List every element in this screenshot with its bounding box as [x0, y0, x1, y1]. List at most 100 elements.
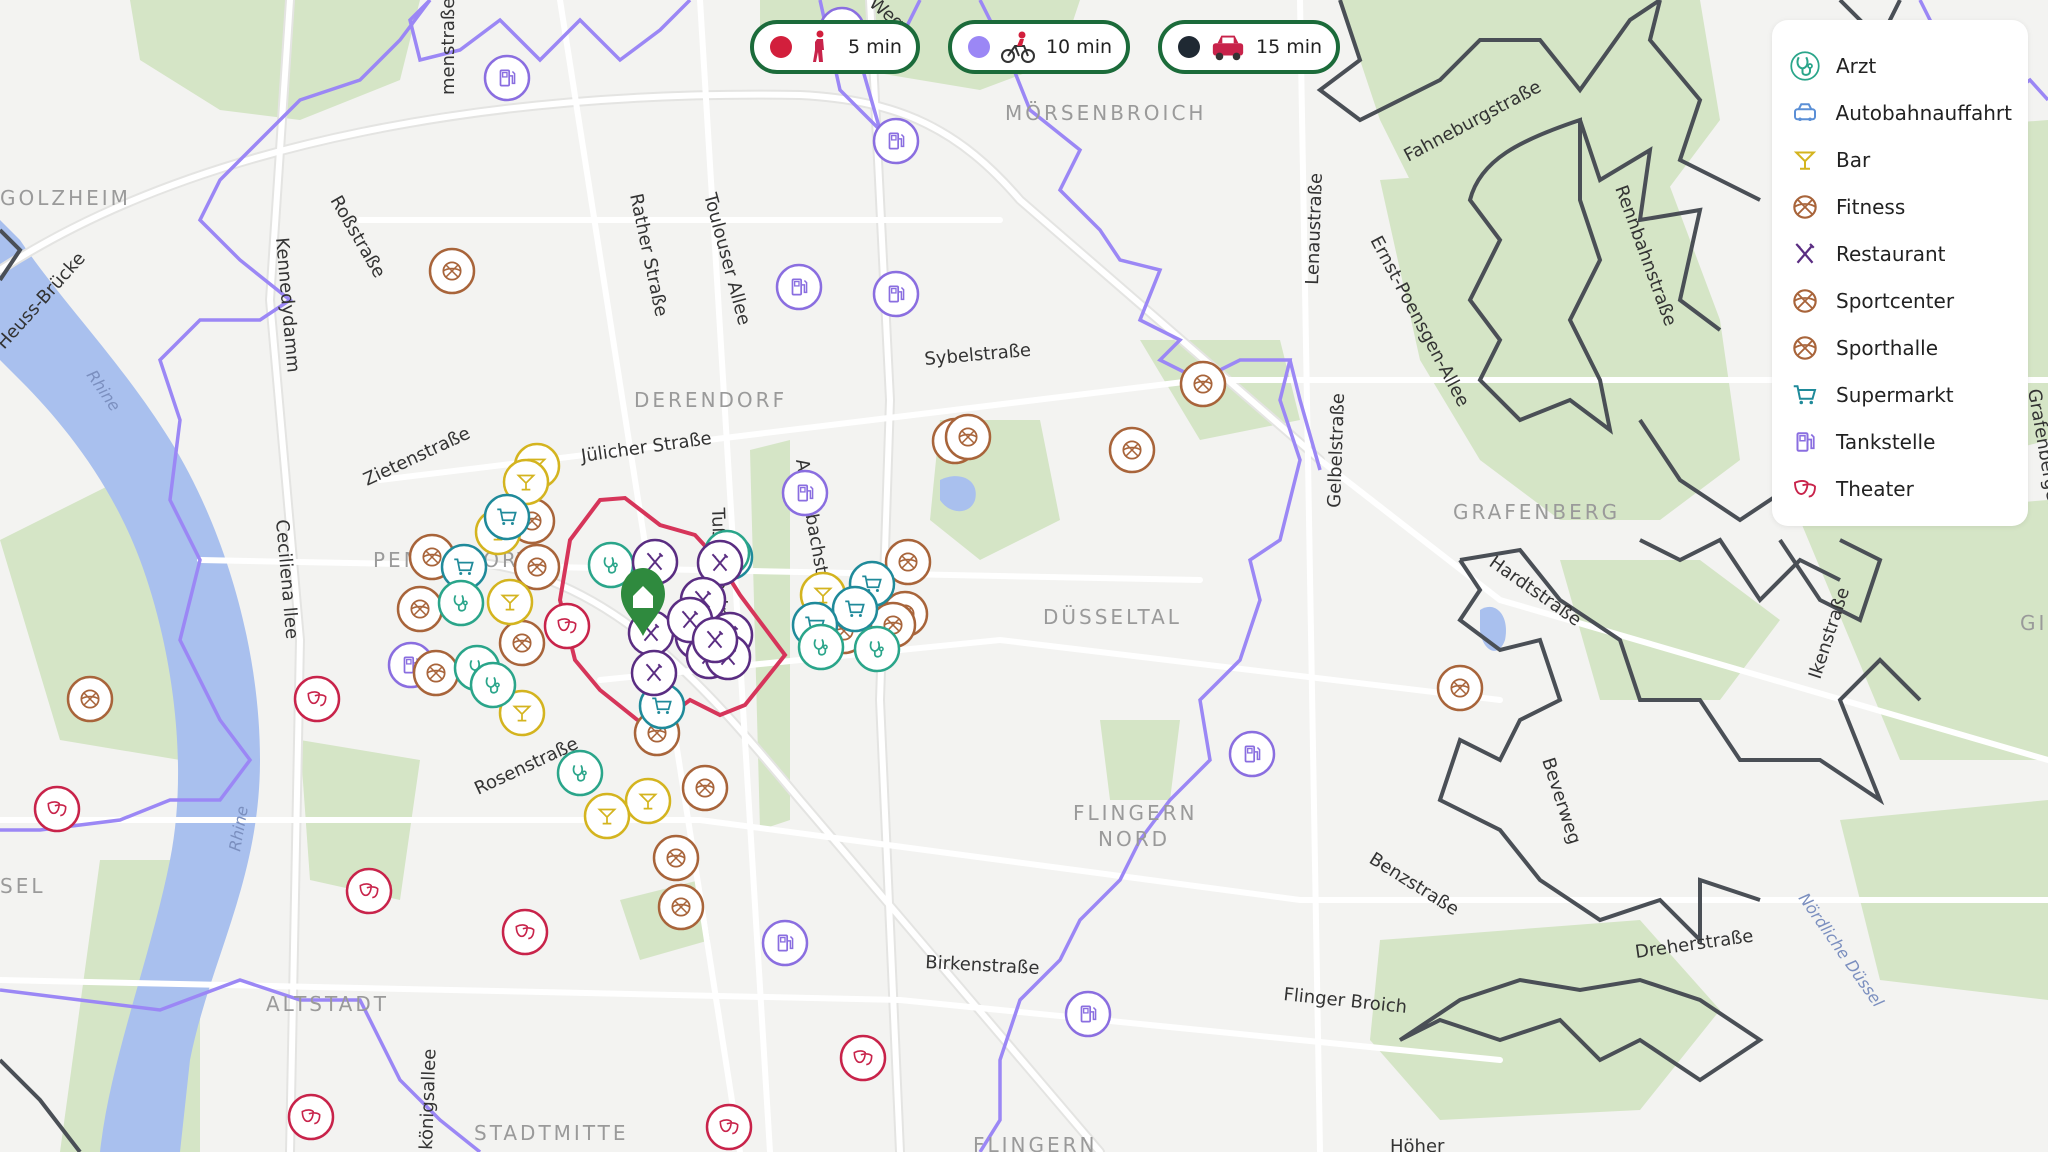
theater-poi-marker[interactable]	[33, 785, 81, 833]
street-label: königsallee	[416, 1048, 441, 1150]
legend-item-fitness[interactable]: Fitness	[1788, 183, 2012, 230]
car-color-dot	[1178, 36, 1201, 58]
fork-knife-icon	[1788, 237, 1822, 271]
sport-poi-marker[interactable]	[498, 619, 546, 667]
fuel-poi-marker[interactable]	[1228, 730, 1276, 778]
place-label: DÜSSELTAL	[1043, 605, 1182, 629]
bar-poi-marker[interactable]	[583, 792, 631, 840]
theater-poi-marker[interactable]	[293, 675, 341, 723]
street-label: Benzstraße	[1365, 848, 1462, 920]
legend-item-supermarkt[interactable]: Supermarkt	[1788, 371, 2012, 418]
street-label: Ceciliena llee	[271, 519, 302, 640]
travel-chip-walk[interactable]: 5 min	[750, 20, 920, 74]
place-label: ALTSTADT	[266, 992, 389, 1016]
legend-label: Fitness	[1836, 194, 1906, 219]
sport-poi-marker[interactable]	[428, 247, 476, 295]
sport-poi-marker[interactable]	[944, 413, 992, 461]
sport-poi-marker[interactable]	[1108, 426, 1156, 474]
sport-poi-marker[interactable]	[396, 585, 444, 633]
ball-icon	[1788, 284, 1822, 318]
walk-color-dot	[770, 36, 792, 58]
travel-chip-car[interactable]: 15 min	[1158, 20, 1341, 74]
sport-poi-marker[interactable]	[657, 883, 705, 931]
legend-label: Restaurant	[1836, 241, 1946, 266]
restaurant-poi-marker[interactable]	[691, 616, 739, 664]
walking-person-icon	[802, 29, 838, 65]
fuel-poi-marker[interactable]	[781, 469, 829, 517]
legend-label: Supermarkt	[1836, 382, 1954, 407]
map-canvas[interactable]: GOLZHEIM MÖRSENBROICH DERENDORF PEMPELFO…	[0, 0, 2048, 1152]
travel-chip-label: 15 min	[1256, 36, 1323, 58]
supermarket-poi-marker[interactable]	[831, 585, 879, 633]
place-label: SEL	[0, 874, 45, 898]
fuel-poi-marker[interactable]	[775, 263, 823, 311]
theater-masks-icon	[1788, 472, 1822, 506]
legend-item-sporthalle[interactable]: Sporthalle	[1788, 324, 2012, 371]
cocktail-glass-icon	[1788, 143, 1822, 177]
legend-item-autobahnauffahrt[interactable]: Autobahnauffahrt	[1788, 89, 2012, 136]
fuel-poi-marker[interactable]	[761, 919, 809, 967]
restaurant-poi-marker[interactable]	[630, 649, 678, 697]
bar-poi-marker[interactable]	[486, 578, 534, 626]
theater-poi-marker[interactable]	[501, 908, 549, 956]
supermarket-poi-marker[interactable]	[483, 493, 531, 541]
sport-poi-marker[interactable]	[652, 834, 700, 882]
doctor-poi-marker[interactable]	[853, 625, 901, 673]
shopping-cart-icon	[1788, 378, 1822, 412]
travel-chip-label: 5 min	[848, 36, 902, 58]
fuel-poi-marker[interactable]	[1064, 990, 1112, 1038]
sport-poi-marker[interactable]	[412, 649, 460, 697]
place-label: FLINGERN	[973, 1133, 1098, 1152]
sport-poi-marker[interactable]	[1179, 360, 1227, 408]
bar-poi-marker[interactable]	[624, 777, 672, 825]
ball-icon	[1788, 190, 1822, 224]
legend-item-tankstelle[interactable]: Tankstelle	[1788, 418, 2012, 465]
place-label: GI	[2020, 611, 2047, 635]
street-label: Birkenstraße	[925, 952, 1040, 979]
street-label: Ikenstraße	[1805, 585, 1854, 682]
travel-time-selector: 5 min 10 min 15 min	[750, 20, 1341, 74]
street-label: Gelbelstraße	[1324, 393, 1349, 508]
legend-label: Sportcenter	[1836, 288, 1955, 313]
doctor-poi-marker[interactable]	[469, 661, 517, 709]
sport-poi-marker[interactable]	[681, 764, 729, 812]
bike-color-dot	[967, 36, 990, 58]
street-label: Roßstraße	[326, 192, 390, 282]
street-label: Sybelstraße	[924, 340, 1032, 370]
sport-poi-marker[interactable]	[1436, 664, 1484, 712]
theater-poi-marker[interactable]	[839, 1034, 887, 1082]
fuel-poi-marker[interactable]	[483, 54, 531, 102]
sport-poi-marker[interactable]	[66, 675, 114, 723]
street-label: Lenaustraße	[1302, 173, 1327, 286]
fuel-poi-marker[interactable]	[872, 117, 920, 165]
street-label: Jülicher Straße	[579, 428, 713, 467]
theater-poi-marker[interactable]	[345, 867, 393, 915]
legend-label: Sporthalle	[1836, 335, 1939, 360]
legend-label: Bar	[1836, 147, 1871, 172]
theater-poi-marker[interactable]	[543, 602, 591, 650]
doctor-poi-marker[interactable]	[797, 623, 845, 671]
theater-poi-marker[interactable]	[705, 1103, 753, 1151]
poi-legend: Arzt Autobahnauffahrt Bar Fitness Restau…	[1772, 20, 2028, 526]
doctor-stethoscope-icon	[1788, 49, 1822, 83]
doctor-poi-marker[interactable]	[556, 749, 604, 797]
legend-item-sportcenter[interactable]: Sportcenter	[1788, 277, 2012, 324]
travel-chip-label: 10 min	[1045, 36, 1113, 58]
legend-label: Autobahnauffahrt	[1835, 100, 2012, 125]
place-label: GRAFENBERG	[1453, 500, 1620, 524]
travel-chip-bike[interactable]: 10 min	[947, 20, 1131, 74]
legend-item-bar[interactable]: Bar	[1788, 136, 2012, 183]
doctor-poi-marker[interactable]	[437, 579, 485, 627]
legend-item-theater[interactable]: Theater	[1788, 465, 2012, 512]
legend-label: Arzt	[1836, 53, 1877, 78]
theater-poi-marker[interactable]	[287, 1093, 335, 1141]
place-label: MÖRSENBROICH	[1005, 101, 1206, 125]
street-label: Dreherstraße	[1634, 926, 1755, 963]
legend-item-restaurant[interactable]: Restaurant	[1788, 230, 2012, 277]
fuel-pump-icon	[1788, 425, 1822, 459]
roads	[0, 0, 2048, 1152]
ball-icon	[1788, 331, 1822, 365]
street-label: Höher	[1390, 1136, 1445, 1152]
legend-item-arzt[interactable]: Arzt	[1788, 42, 2012, 89]
fuel-poi-marker[interactable]	[872, 270, 920, 318]
